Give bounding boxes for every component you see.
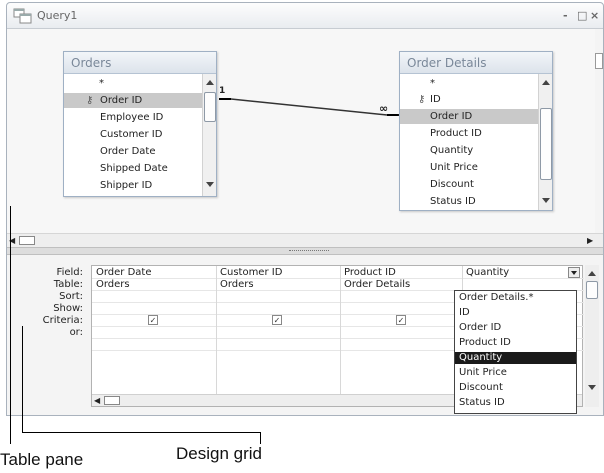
orders-table-title[interactable]: Orders xyxy=(64,52,216,74)
dropdown-option[interactable]: Discount xyxy=(455,382,576,394)
od-field-id[interactable]: ⚷ ID xyxy=(400,92,441,107)
dropdown-option[interactable]: Product ID xyxy=(455,337,576,349)
grid-field-cell[interactable]: Product ID xyxy=(344,267,396,279)
scroll-down-icon[interactable] xyxy=(588,385,596,390)
orders-field-list: * ⚷ Order ID Employee ID Customer ID Ord… xyxy=(64,74,202,196)
dropdown-option[interactable]: ID xyxy=(455,307,576,319)
show-checkbox[interactable]: ✓ xyxy=(148,315,158,325)
order-details-table-title[interactable]: Order Details xyxy=(400,52,552,74)
scroll-right-icon[interactable]: ▶ xyxy=(587,236,593,245)
query-window-icon xyxy=(13,8,32,24)
grid-table-cell[interactable]: Order Details xyxy=(344,279,410,291)
od-scroll-thumb[interactable] xyxy=(540,108,552,180)
show-checkbox[interactable]: ✓ xyxy=(396,315,406,325)
od-field-discount[interactable]: Discount xyxy=(400,177,474,192)
table-pane-callout-line xyxy=(10,206,11,444)
orders-field-shipped-date[interactable]: Shipped Date xyxy=(64,161,168,176)
scroll-up-icon[interactable] xyxy=(542,80,550,85)
key-icon: ⚷ xyxy=(418,94,426,105)
design-grid-callout-hline xyxy=(22,432,260,433)
design-grid-vscroll[interactable] xyxy=(585,265,599,407)
order-details-field-list: * ⚷ ID Order ID Product ID Quantity Unit… xyxy=(400,74,538,210)
grid-field-cell[interactable]: Order Date xyxy=(96,267,152,279)
scroll-left-icon[interactable]: ◀ xyxy=(94,396,100,405)
orders-field-order-id[interactable]: ⚷ Order ID xyxy=(64,93,202,108)
table-pane-vscroll[interactable] xyxy=(595,47,603,233)
show-checkbox[interactable]: ✓ xyxy=(272,315,282,325)
grid-col-line xyxy=(340,266,341,394)
od-field-order-id[interactable]: Order ID xyxy=(400,109,538,124)
table-pane: Orders * ⚷ Order ID Employee ID Customer… xyxy=(7,29,595,233)
scroll-up-icon[interactable] xyxy=(588,271,596,276)
row-label-table: Table: xyxy=(53,279,83,290)
order-details-table[interactable]: Order Details * ⚷ ID Order ID Product ID… xyxy=(399,51,553,211)
orders-table[interactable]: Orders * ⚷ Order ID Employee ID Customer… xyxy=(63,51,217,197)
minimize-button[interactable]: - xyxy=(563,9,568,22)
dropdown-option[interactable]: Status ID xyxy=(455,397,576,409)
field-dropdown-list[interactable]: Order Details.* ID Order ID Product ID Q… xyxy=(454,290,577,414)
key-icon: ⚷ xyxy=(86,95,94,106)
grid-hscroll-thumb[interactable] xyxy=(104,396,120,405)
table-pane-label: Table pane xyxy=(0,450,84,469)
relationship-line[interactable] xyxy=(217,89,403,129)
window-title: Query1 xyxy=(37,9,78,22)
design-vscroll-thumb[interactable] xyxy=(586,281,598,299)
table-pane-hscroll[interactable]: ◀ ▶ xyxy=(7,233,603,247)
pane-splitter[interactable] xyxy=(7,247,603,255)
maximize-button[interactable]: □ xyxy=(577,9,587,22)
grid-field-cell[interactable]: Quantity xyxy=(466,267,509,279)
table-pane-vscroll-thumb[interactable] xyxy=(595,53,603,69)
orders-field-employee-id[interactable]: Employee ID xyxy=(64,110,163,125)
row-label-sort: Sort: xyxy=(59,291,83,302)
grid-row-line xyxy=(92,278,584,279)
row-label-show: Show: xyxy=(53,303,83,314)
orders-field-order-date[interactable]: Order Date xyxy=(64,144,156,159)
orders-scroll-thumb[interactable] xyxy=(204,92,216,122)
orders-field-label: Order ID xyxy=(100,95,143,106)
grid-col-line xyxy=(216,266,217,394)
orders-field-shipper-id[interactable]: Shipper ID xyxy=(64,178,152,193)
od-field-quantity[interactable]: Quantity xyxy=(400,143,473,158)
design-grid-callout-line xyxy=(22,326,23,432)
dropdown-option[interactable]: Order ID xyxy=(455,322,576,334)
row-label-field: Field: xyxy=(56,267,83,278)
grid-table-cell[interactable]: Orders xyxy=(220,279,254,291)
orders-field-customer-id[interactable]: Customer ID xyxy=(64,127,162,142)
scroll-down-icon[interactable] xyxy=(542,198,550,203)
splitter-grip[interactable] xyxy=(289,250,329,252)
grid-field-cell[interactable]: Customer ID xyxy=(220,267,282,279)
design-grid-label: Design grid xyxy=(176,444,262,463)
dropdown-option[interactable]: Unit Price xyxy=(455,367,576,379)
od-field-product-id[interactable]: Product ID xyxy=(400,126,482,141)
dropdown-option[interactable]: Order Details.* xyxy=(455,292,576,304)
orders-field-all[interactable]: * xyxy=(64,76,202,91)
dropdown-arrow-icon xyxy=(571,271,577,275)
grid-table-cell[interactable]: Orders xyxy=(96,279,130,291)
row-label-or: or: xyxy=(69,327,83,338)
dropdown-option-selected[interactable]: Quantity xyxy=(455,352,576,364)
od-field-status-id[interactable]: Status ID xyxy=(400,194,476,209)
od-field-all[interactable]: * xyxy=(400,76,435,91)
order-details-scrollbar[interactable] xyxy=(538,74,552,210)
od-field-unit-price[interactable]: Unit Price xyxy=(400,160,478,175)
hscroll-thumb[interactable] xyxy=(19,236,35,245)
close-button[interactable]: × xyxy=(590,9,599,22)
row-label-criteria: Criteria: xyxy=(42,315,83,326)
od-field-label: ID xyxy=(430,94,441,105)
many-side-label: ∞ xyxy=(379,102,389,115)
one-side-label: 1 xyxy=(219,86,226,96)
design-grid-callout-tick xyxy=(260,432,261,444)
scroll-up-icon[interactable] xyxy=(206,80,214,85)
orders-scrollbar[interactable] xyxy=(202,74,216,196)
title-bar: Query1 - □ × xyxy=(7,3,603,29)
scroll-down-icon[interactable] xyxy=(206,182,214,187)
field-dropdown-button[interactable] xyxy=(568,267,580,278)
